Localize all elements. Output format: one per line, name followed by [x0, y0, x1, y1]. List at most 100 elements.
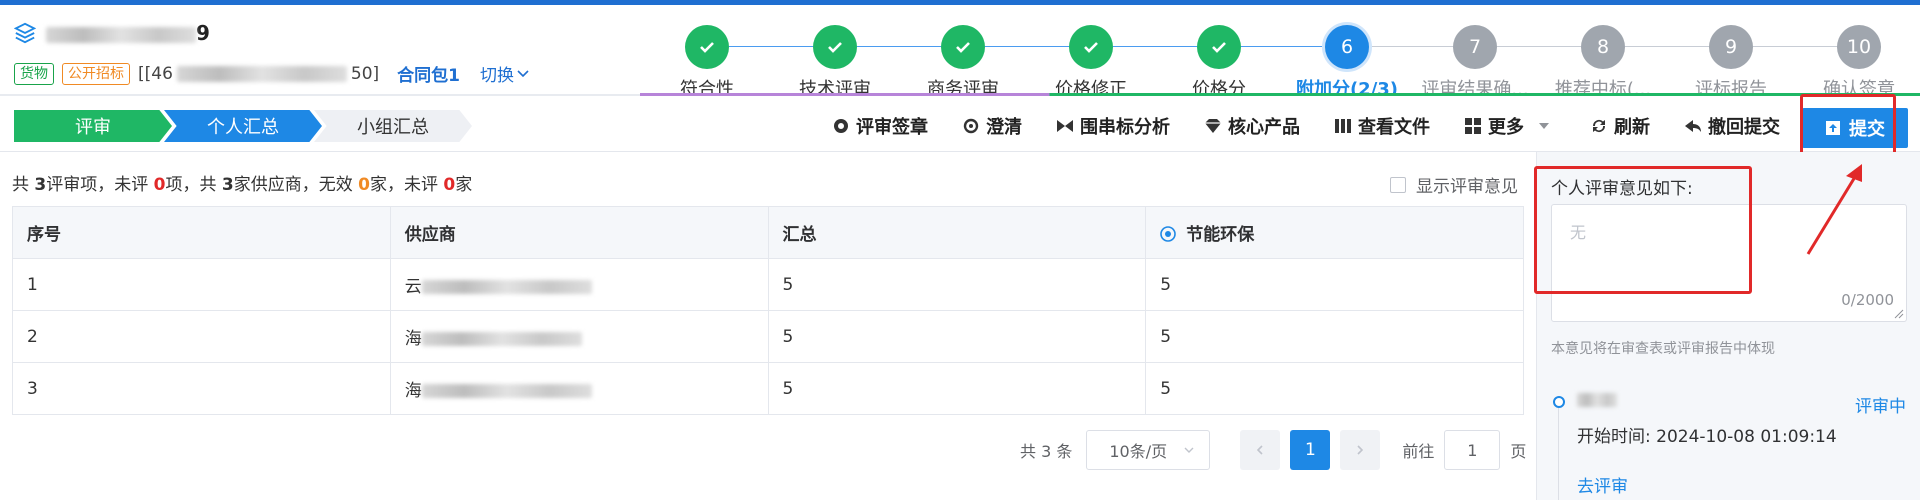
cell-score: 5 [1145, 310, 1524, 363]
review-sign-button[interactable]: 评审签章 [832, 113, 928, 139]
step-9[interactable]: 9 评标报告 [1666, 25, 1796, 101]
pager-total: 共 3 条 [1020, 442, 1073, 461]
redacted-title [46, 26, 196, 43]
step-number: 8 [1581, 25, 1625, 69]
table-row: 3 海 5 5 [12, 362, 1524, 415]
cell-supplier: 云 [389, 258, 769, 311]
prev-page-button[interactable] [1240, 430, 1281, 470]
show-opinion-checkbox[interactable] [1390, 176, 1406, 193]
step-number: 7 [1453, 25, 1497, 69]
go-review-link[interactable]: 去评审 [1577, 472, 1628, 497]
th-index: 序号 [12, 206, 391, 259]
seal-icon [834, 119, 848, 133]
tag-goods: 货物 [14, 62, 54, 85]
crumb-review[interactable]: 评审 [14, 110, 172, 142]
project-tags: 货物 公开招标 [[46 50] 合同包1 切换 [14, 61, 530, 86]
redacted-name [1577, 393, 1617, 407]
toolbar-actions-right: 刷新 撤回提交 [1590, 110, 1780, 142]
th-energy: 节能环保 [1145, 206, 1524, 259]
badge-icon [1160, 226, 1177, 242]
files-icon [1335, 119, 1351, 133]
caret-down-icon [1539, 123, 1549, 129]
check-icon [1197, 25, 1241, 69]
redacted-supplier [421, 280, 592, 294]
check-icon [1069, 25, 1113, 69]
page-size-select[interactable]: 10条/页 [1086, 430, 1211, 470]
refresh-button[interactable]: 刷新 [1590, 113, 1650, 139]
next-page-button[interactable] [1340, 430, 1381, 470]
check-icon [813, 25, 857, 69]
tag-public-tender: 公开招标 [62, 62, 130, 85]
step-number: 6 [1325, 25, 1369, 69]
step-7[interactable]: 7 评审结果确... [1410, 25, 1540, 101]
cell-score: 5 [1145, 362, 1524, 415]
step-5[interactable]: 价格分 [1154, 25, 1284, 101]
review-crumbs: 评审 个人汇总 小组汇总 [14, 110, 472, 142]
project-code: [[46 50] [138, 63, 380, 84]
clarify-button[interactable]: 澄清 [962, 113, 1022, 139]
core-product-button[interactable]: 核心产品 [1204, 113, 1300, 139]
cell-index: 1 [12, 258, 391, 311]
undo-icon [1685, 120, 1701, 132]
redacted-supplier [421, 384, 592, 398]
layers-icon [14, 22, 36, 44]
opinion-note: 本意见将在审查表或评审报告中体现 [1551, 341, 1775, 357]
step-1[interactable]: 符合性 [642, 25, 772, 101]
crumb-group-summary[interactable]: 小组汇总 [314, 110, 472, 142]
char-count: 0/2000 [1841, 291, 1894, 309]
page-number-button[interactable]: 1 [1290, 430, 1331, 470]
chevron-down-icon [517, 69, 529, 77]
toolbar: 评审 个人汇总 小组汇总 评审签章 澄清 围串标分析 核心产品 查看文件 更多 [0, 96, 1920, 152]
step-number: 9 [1709, 25, 1753, 69]
cell-total: 5 [767, 362, 1147, 415]
goto-label: 前往 [1402, 442, 1435, 461]
switch-button[interactable]: 切换 [480, 61, 530, 86]
crumb-personal-summary[interactable]: 个人汇总 [164, 110, 322, 142]
resize-handle-icon[interactable] [1894, 309, 1904, 319]
timeline-dot [1553, 396, 1565, 408]
cell-total: 5 [767, 258, 1147, 311]
step-8[interactable]: 8 推荐中标(... [1538, 25, 1668, 101]
highlight-box-opinion [1534, 166, 1752, 294]
gear-icon [963, 118, 979, 134]
review-summary: 共 3评审项，未评 0项，共 3家供应商，无效 0家，未评 0家 [12, 175, 473, 195]
page-unit-label: 页 [1510, 442, 1527, 461]
summary-table: 序号 供应商 汇总 节能环保 1 云 5 5 2 海 5 5 3 海 5 5 [12, 206, 1524, 415]
redacted-supplier [421, 332, 582, 346]
step-3[interactable]: 商务评审 [898, 25, 1028, 101]
process-steps: 符合性 技术评审 商务评审 价格修正 价格分 6 附加分(2/3) 7 评审结果确... 8 推荐中… [640, 15, 1920, 100]
annotation-arrow-icon [1806, 164, 1862, 255]
th-supplier: 供应商 [389, 206, 769, 259]
show-opinion-toggle[interactable]: 显示评审意见 [1390, 172, 1518, 197]
contract-package: 合同包1 [397, 66, 461, 86]
more-dropdown[interactable]: 更多 [1464, 113, 1550, 139]
cell-supplier: 海 [389, 310, 769, 363]
view-files-button[interactable]: 查看文件 [1334, 113, 1430, 139]
goto-page-input[interactable]: 1 [1444, 430, 1501, 470]
cell-total: 5 [767, 310, 1147, 363]
withdraw-submission-button[interactable]: 撤回提交 [1684, 113, 1780, 139]
redacted-code [176, 65, 347, 82]
grid-icon [1465, 118, 1481, 134]
review-status: 评审中 [1855, 397, 1906, 417]
diamond-icon [1205, 119, 1221, 133]
cell-supplier: 海 [389, 362, 769, 415]
header: 9 货物 公开招标 [[46 50] 合同包1 切换 符合性 技术评审 商务评审 价格… [0, 5, 1920, 100]
step-6[interactable]: 6 附加分(2/3) [1282, 25, 1412, 101]
step-4[interactable]: 价格修正 [1026, 25, 1156, 101]
chevron-left-icon [1257, 445, 1263, 455]
table-row: 2 海 5 5 [12, 310, 1524, 363]
step-10[interactable]: 10 确认签章 [1794, 25, 1920, 101]
show-opinion-label: 显示评审意见 [1416, 177, 1518, 197]
check-icon [941, 25, 985, 69]
cell-index: 2 [12, 310, 391, 363]
refresh-icon [1592, 119, 1606, 133]
chevron-right-icon [1357, 445, 1364, 455]
step-2[interactable]: 技术评审 [770, 25, 900, 101]
check-icon [685, 25, 729, 69]
timeline-line [1558, 408, 1559, 500]
collusion-analysis-button[interactable]: 围串标分析 [1056, 113, 1170, 139]
cell-score: 5 [1145, 258, 1524, 311]
project-title-text: 9 [46, 21, 210, 45]
chevron-down-icon [1184, 447, 1194, 453]
